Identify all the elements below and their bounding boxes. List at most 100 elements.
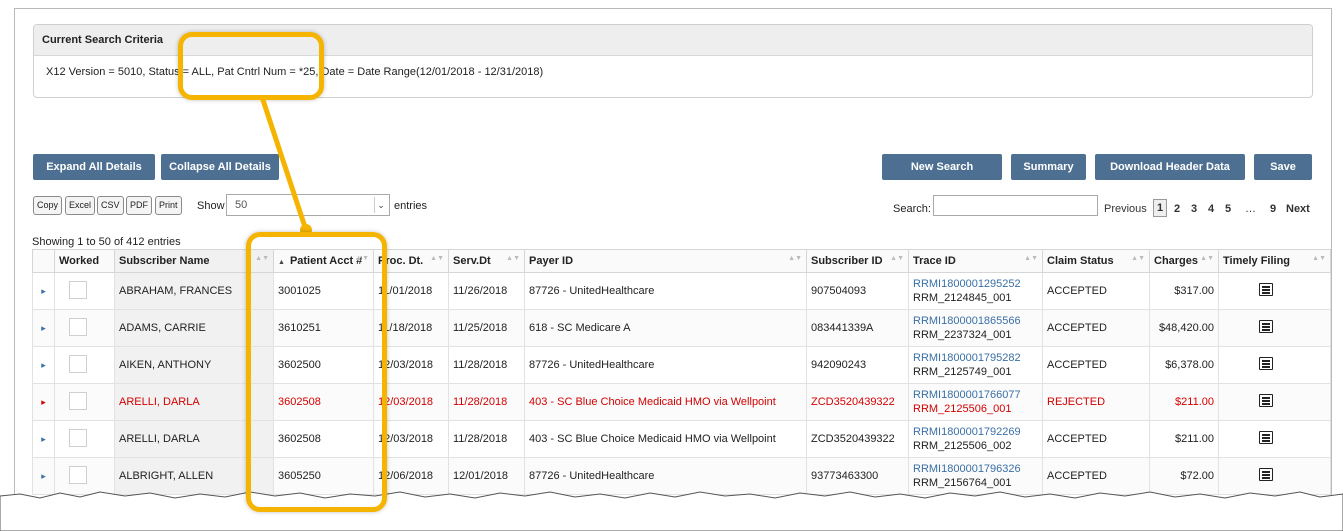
csv-button[interactable]: CSV [97,196,124,215]
pagination-previous[interactable]: Previous [1104,203,1147,215]
worked-checkbox[interactable] [69,280,87,299]
search-input[interactable] [933,195,1098,216]
chevron-down-icon: ⌄ [374,197,387,213]
column-header-subscriber-id[interactable]: Subscriber ID ▲▼ [806,249,909,273]
save-button[interactable]: Save [1254,154,1312,180]
expand-row-icon[interactable]: ▸ [32,383,55,421]
column-header-payer-id[interactable]: Payer ID ▲▼ [524,249,807,273]
pagination-next[interactable]: Next [1286,203,1310,215]
note-icon[interactable] [1259,468,1273,481]
serv-dt-cell: 11/28/2018 [448,383,525,421]
note-icon[interactable] [1259,431,1273,444]
worked-checkbox[interactable] [69,465,87,484]
charges-cell: $48,420.00 [1149,309,1219,347]
claim-status-cell: REJECTED [1042,383,1150,421]
column-header-charges[interactable]: Charges ▲▼ [1149,249,1219,273]
note-icon[interactable] [1259,320,1273,333]
pdf-button[interactable]: PDF [126,196,152,215]
subscriber-name-cell: ARELLI, DARLA [114,420,274,458]
serv-dt-cell: 11/26/2018 [448,272,525,310]
table-header-row: Worked Subscriber Name ▲▼ ▲ Patient Acct #… [32,249,1331,273]
print-button[interactable]: Print [155,196,182,215]
worked-cell [54,309,115,347]
timely-filing-cell [1218,272,1331,310]
subscriber-id-cell: ZCD3520439322 [806,420,909,458]
pagination-page-5[interactable]: 5 [1225,203,1231,215]
table-row: ▸ ABRAHAM, FRANCES 3001025 11/01/2018 11… [32,272,1331,310]
trace-id-link[interactable]: RRMI1800001792269 [913,425,1038,439]
column-header-serv-dt[interactable]: Serv.Dt ▲▼ [448,249,525,273]
trace-id-link[interactable]: RRMI1800001796326 [913,462,1038,476]
expand-row-icon[interactable]: ▸ [32,346,55,384]
sort-icon: ▲▼ [255,255,269,262]
app-frame: Current Search Criteria X12 Version = 50… [14,8,1332,530]
payer-id-cell: 87726 - UnitedHealthcare [524,346,807,384]
proc-dt-cell: 11/01/2018 [373,272,449,310]
payer-id-cell: 87726 - UnitedHealthcare [524,272,807,310]
column-header-worked[interactable]: Worked [54,249,115,273]
column-header-subscriber-name[interactable]: Subscriber Name ▲▼ [114,249,274,273]
worked-checkbox[interactable] [69,428,87,447]
sort-icon: ▲▼ [1131,255,1145,262]
column-header-claim-status[interactable]: Claim Status ▲▼ [1042,249,1150,273]
copy-button[interactable]: Copy [33,196,63,215]
summary-button[interactable]: Summary [1011,154,1086,180]
trace-id-link[interactable]: RRMI1800001865566 [913,314,1038,328]
expand-all-button[interactable]: Expand All Details [33,154,155,180]
expand-row-icon[interactable]: ▸ [32,420,55,458]
charges-cell: $211.00 [1149,420,1219,458]
pagination-page-1[interactable]: 1 [1153,199,1168,217]
collapse-all-button[interactable]: Collapse All Details [161,154,279,180]
trace-id-link[interactable]: RRMI1800001766077 [913,388,1038,402]
search-criteria-title: Current Search Criteria [34,25,1312,56]
patient-acct-cell: 3610251 [273,309,374,347]
new-search-button[interactable]: New Search [882,154,1002,180]
trace-id-cell: RRMI1800001792269 RRM_2125506_002 [908,420,1043,458]
note-icon[interactable] [1259,357,1273,370]
search-criteria-text: X12 Version = 5010, Status = ALL, Pat Cn… [46,66,544,78]
show-label: Show [197,200,225,212]
sort-icon: ▲▼ [1024,255,1038,262]
pagination-page-4[interactable]: 4 [1208,203,1214,215]
note-icon[interactable] [1259,283,1273,296]
proc-dt-cell: 11/18/2018 [373,309,449,347]
worked-checkbox[interactable] [69,354,87,373]
timely-filing-cell [1218,420,1331,458]
excel-button[interactable]: Excel [65,196,96,215]
worked-cell [54,272,115,310]
column-header-patient-acct[interactable]: ▲ Patient Acct # ▲▼ [273,249,374,273]
table-row: ▸ ADAMS, CARRIE 3610251 11/18/2018 11/25… [32,309,1331,347]
trace-id-cell: RRMI1800001766077 RRM_2125506_001 [908,383,1043,421]
worked-checkbox[interactable] [69,317,87,336]
sort-ascending-icon: ▲ [278,259,285,266]
expand-row-icon[interactable]: ▸ [32,309,55,347]
serv-dt-cell: 11/28/2018 [448,346,525,384]
sort-icon: ▲▼ [506,255,520,262]
entries-label: entries [394,200,428,212]
expand-row-icon[interactable]: ▸ [32,272,55,310]
column-header-timely-filing[interactable]: Timely Filing ▲▼ [1218,249,1331,273]
trace-sub-id: RRM_2124845_001 [913,292,1012,304]
column-header-trace-id[interactable]: Trace ID ▲▼ [908,249,1043,273]
pagination-page-3[interactable]: 3 [1191,203,1197,215]
sort-icon: ▲▼ [1312,255,1326,262]
trace-id-link[interactable]: RRMI1800001295252 [913,277,1038,291]
column-header-proc-dt[interactable]: Proc. Dt. ▲▼ [373,249,449,273]
patient-acct-cell: 3602508 [273,383,374,421]
charges-cell: $317.00 [1149,272,1219,310]
worked-cell [54,383,115,421]
patient-acct-cell: 3602500 [273,346,374,384]
download-header-data-button[interactable]: Download Header Data [1095,154,1245,180]
trace-id-link[interactable]: RRMI1800001795282 [913,351,1038,365]
worked-cell [54,420,115,458]
sort-icon: ▲▼ [355,255,369,262]
entries-select[interactable]: 50 ⌄ [226,194,390,216]
pagination-page-9[interactable]: 9 [1270,203,1276,215]
note-icon[interactable] [1259,394,1273,407]
search-label: Search: [893,203,931,215]
subscriber-name-cell: ADAMS, CARRIE [114,309,274,347]
pagination-page-2[interactable]: 2 [1174,203,1180,215]
patient-acct-cell: 3001025 [273,272,374,310]
worked-checkbox[interactable] [69,391,87,410]
trace-sub-id: RRM_2125506_001 [913,403,1012,415]
